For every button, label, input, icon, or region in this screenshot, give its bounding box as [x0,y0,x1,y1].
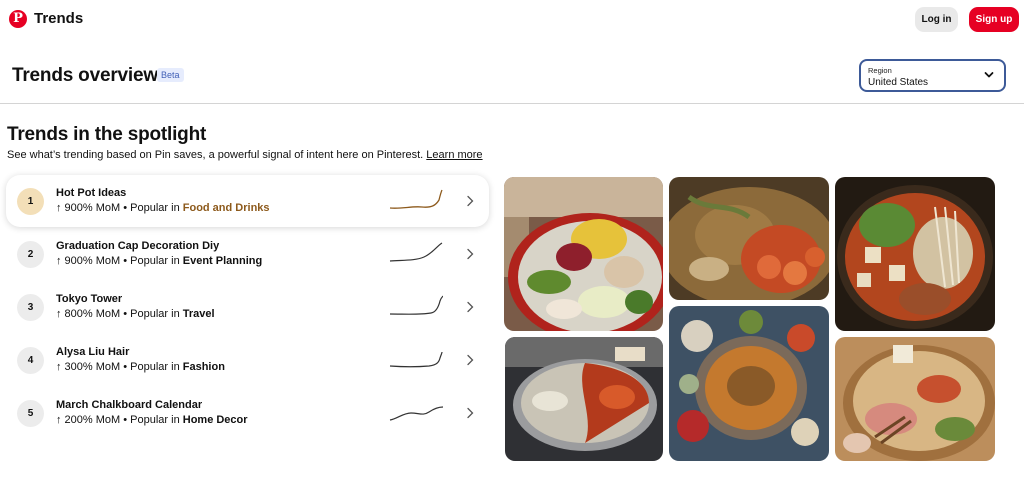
trend-sparkline [389,189,443,209]
chevron-right-icon [467,195,474,207]
trend-rank: 5 [17,400,44,427]
header-divider [0,103,1024,104]
chevron-down-icon [984,72,994,78]
trend-category: Fashion [182,361,225,373]
trend-name: March Chalkboard Calendar [56,399,203,411]
login-button[interactable]: Log in [915,7,958,32]
section-title: Trends in the spotlight [7,124,207,145]
trend-name: Graduation Cap Decoration Diy [56,240,220,252]
trend-category: Food and Drinks [182,202,270,214]
hot-pot-image[interactable] [835,337,995,461]
trend-sparkline [389,242,443,262]
trend-rank: 4 [17,347,44,374]
chevron-right-icon [467,301,474,313]
trend-category: Event Planning [182,255,263,267]
chevron-right-icon [467,354,474,366]
trend-name: Alysa Liu Hair [56,346,130,358]
trend-row[interactable]: 4 Alysa Liu Hair ↑ 300% MoM • Popular in… [6,334,489,386]
region-label: Region [868,66,892,75]
section-description: See what’s trending based on Pin saves, … [7,149,483,161]
app-title[interactable]: Trends [34,10,83,27]
trend-rank: 3 [17,294,44,321]
trend-meta: ↑ 200% MoM • Popular in Home Decor [56,414,248,426]
pinterest-logo-icon[interactable]: P [9,10,27,28]
trend-meta: ↑ 800% MoM • Popular in Travel [56,308,215,320]
learn-more-link[interactable]: Learn more [426,149,482,161]
hot-pot-image[interactable] [835,177,995,331]
trend-sparkline [389,351,443,368]
page-title: Trends overview [12,65,158,86]
trend-name: Tokyo Tower [56,293,123,305]
trend-meta: ↑ 900% MoM • Popular in Food and Drinks [56,202,270,214]
chevron-right-icon [467,407,474,419]
trend-category: Travel [182,308,215,320]
top-bar: P Trends Log in Sign up [0,0,1024,40]
hot-pot-image[interactable] [669,177,829,300]
hot-pot-image[interactable] [669,306,829,461]
trend-rank: 1 [17,188,44,215]
trend-row[interactable]: 5 March Chalkboard Calendar ↑ 200% MoM •… [6,387,489,439]
trend-meta: ↑ 900% MoM • Popular in Event Planning [56,255,263,267]
trend-row[interactable]: 1 Hot Pot Ideas ↑ 900% MoM • Popular in … [6,175,489,227]
trend-name: Hot Pot Ideas [56,187,127,199]
region-select[interactable]: Region United States [859,59,1006,92]
hot-pot-image[interactable] [504,177,663,331]
beta-badge: Beta [157,68,184,82]
chevron-right-icon [467,248,474,260]
trend-category: Home Decor [182,414,248,426]
trend-sparkline [389,295,443,315]
trend-row[interactable]: 3 Tokyo Tower ↑ 800% MoM • Popular in Tr… [6,281,489,333]
signup-button[interactable]: Sign up [969,7,1019,32]
region-value: United States [868,77,929,88]
trend-sparkline [389,406,443,421]
trend-meta: ↑ 300% MoM • Popular in Fashion [56,361,225,373]
trend-row[interactable]: 2 Graduation Cap Decoration Diy ↑ 900% M… [6,228,489,280]
hot-pot-image[interactable] [505,337,663,461]
trend-rank: 2 [17,241,44,268]
